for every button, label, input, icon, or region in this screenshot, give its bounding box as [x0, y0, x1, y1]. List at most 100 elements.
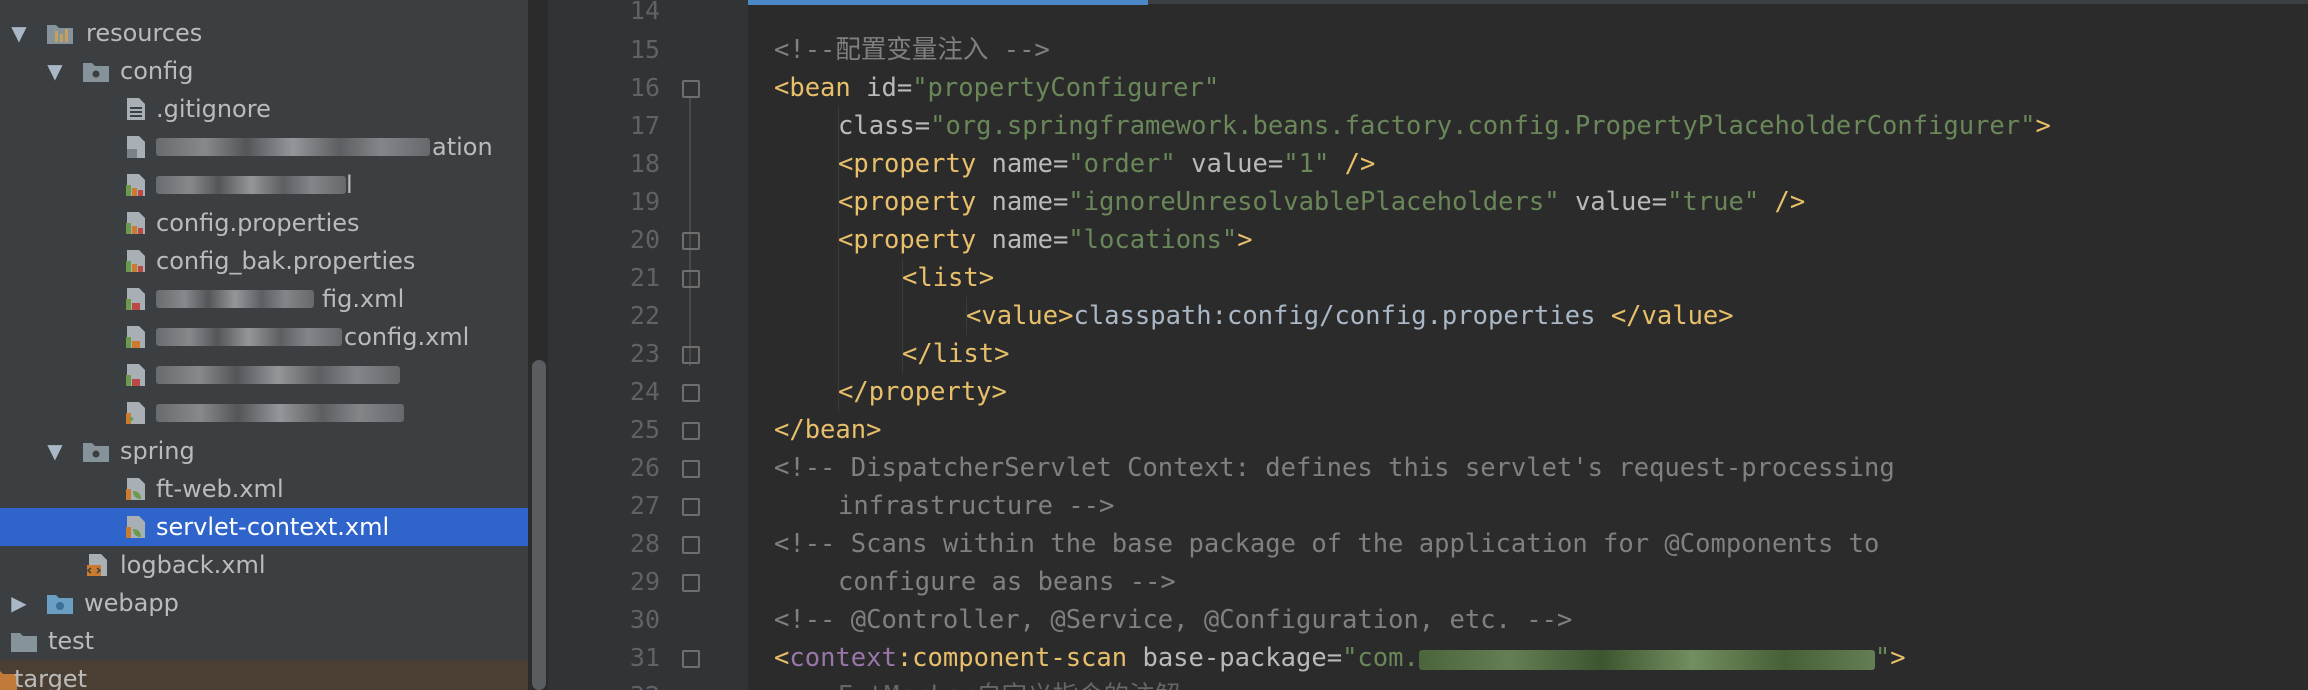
tree-item-label: resources	[86, 19, 203, 47]
xml-value: "order"	[1068, 149, 1192, 179]
line-number: 22	[629, 301, 660, 330]
xml-tag: <value>	[966, 301, 1074, 331]
blurred-filename	[156, 290, 314, 308]
fold-open-icon[interactable]	[682, 270, 700, 288]
fold-close-icon[interactable]	[682, 346, 700, 364]
xml-attr: base-package=	[1142, 643, 1343, 673]
tree-item-label: .gitignore	[156, 95, 271, 123]
xml-attr: name=	[991, 187, 1069, 217]
fold-open-icon[interactable]	[682, 460, 700, 478]
line-number: 30	[629, 605, 660, 634]
tree-item-blurred-file[interactable]: fig.xml	[0, 280, 528, 318]
web-folder-icon	[47, 595, 73, 614]
tree-item-label: webapp	[84, 589, 179, 617]
xml-tag: <property	[838, 149, 992, 179]
tree-item-test[interactable]: test	[0, 622, 528, 660]
tree-item-blurred-file[interactable]	[0, 356, 528, 394]
spring-xml-file-icon	[126, 516, 145, 538]
code-line-23: </list>	[902, 335, 1009, 373]
xml-tag: >	[1890, 643, 1906, 673]
fold-open-icon[interactable]	[682, 232, 700, 250]
xml-comment: <!-- DispatcherServlet Context: defines …	[774, 453, 1895, 483]
tree-item-label: ft-web.xml	[156, 475, 284, 503]
tree-item-servlet-context-xml[interactable]: servlet-context.xml	[0, 508, 528, 546]
tree-item-blurred-file[interactable]: ation	[0, 128, 528, 166]
xml-value: "locations"	[1068, 225, 1238, 255]
code-line-20: <property name="locations">	[838, 221, 1253, 259]
line-number: 21	[629, 263, 660, 292]
xml-file-icon	[126, 364, 145, 386]
tree-item-gitignore[interactable]: .gitignore	[0, 90, 528, 128]
code-line-16: <bean id="propertyConfigurer"	[774, 69, 1219, 107]
line-number: 18	[629, 149, 660, 178]
text-file-icon	[127, 98, 145, 120]
xml-comment: <!--配置变量注入 -->	[774, 35, 1050, 65]
xml-tag: </list>	[902, 339, 1010, 369]
fold-close-icon[interactable]	[682, 422, 700, 440]
xml-file-icon	[86, 554, 107, 576]
line-number: 20	[629, 225, 660, 254]
chevron-down-icon[interactable]: ▼	[44, 52, 66, 90]
folder-icon	[11, 633, 37, 652]
tree-item-config[interactable]: ▼ config	[0, 52, 528, 90]
blurred-package-name	[1418, 650, 1875, 670]
tree-item-blurred-file[interactable]: l	[0, 166, 528, 204]
xml-value: "org.springframework.beans.factory.confi…	[930, 111, 2036, 141]
project-tree-panel: ▼ resources ▼ config .gitignore ation l …	[0, 0, 528, 690]
properties-file-icon	[126, 212, 145, 234]
line-number: 15	[629, 35, 660, 64]
xml-comment: configure as beans -->	[838, 567, 1176, 597]
tree-item-config-bak-properties[interactable]: config_bak.properties	[0, 242, 528, 280]
code-line-19: <property name="ignoreUnresolvablePlaceh…	[838, 183, 1805, 221]
xml-file-icon	[126, 288, 145, 310]
line-number: 25	[629, 415, 660, 444]
xml-attr: value=	[1191, 149, 1284, 179]
xml-tag: </bean>	[774, 415, 882, 445]
code-line-30: <!-- @Controller, @Service, @Configurati…	[774, 601, 1572, 639]
line-number: 16	[629, 73, 660, 102]
blurred-filename	[156, 328, 342, 346]
tree-item-blurred-file[interactable]: config.xml	[0, 318, 528, 356]
fold-open-icon[interactable]	[682, 80, 700, 98]
folder-icon	[83, 63, 109, 82]
tree-item-ft-web-xml[interactable]: ft-web.xml	[0, 470, 528, 508]
code-line-31: <context:component-scan base-package="co…	[774, 639, 1906, 677]
blurred-filename	[156, 138, 430, 156]
code-line-32: ExtMarker自定义指令的注解	[838, 677, 1180, 690]
tree-item-blurred-file[interactable]	[0, 394, 528, 432]
code-line-25: </bean>	[774, 411, 881, 449]
properties-file-icon	[126, 250, 145, 272]
fold-close-icon[interactable]	[682, 498, 700, 516]
tree-item-label-suffix: config.xml	[344, 323, 470, 351]
tree-item-label: config_bak.properties	[156, 247, 416, 275]
xml-tag: />	[1774, 187, 1806, 217]
tree-item-resources[interactable]: ▼ resources	[0, 14, 528, 52]
code-line-26: <!-- DispatcherServlet Context: defines …	[774, 449, 1895, 487]
tree-item-spring[interactable]: ▼ spring	[0, 432, 528, 470]
code-editor[interactable]: 14 15 16 17 18 19 20 21 22 23 24 25 26 2…	[548, 0, 2308, 690]
chevron-right-icon[interactable]: ▶	[8, 584, 30, 622]
active-tab-indicator	[744, 0, 1148, 5]
xml-value: "true"	[1667, 187, 1775, 217]
fold-close-icon[interactable]	[682, 574, 700, 592]
tree-item-config-properties[interactable]: config.properties	[0, 204, 528, 242]
tree-item-label: config.properties	[156, 209, 360, 237]
fold-open-icon[interactable]	[682, 536, 700, 554]
xml-tag: </property>	[838, 377, 1007, 407]
tree-item-target[interactable]: target	[0, 660, 528, 690]
tree-item-label: target	[14, 665, 87, 690]
xml-attr: id=	[866, 73, 913, 103]
xml-tag: >	[2035, 111, 2051, 141]
blurred-filename	[156, 366, 400, 384]
tree-item-label-suffix: ation	[432, 133, 493, 161]
tree-item-logback-xml[interactable]: logback.xml	[0, 546, 528, 584]
xml-tag: />	[1344, 149, 1376, 179]
chevron-down-icon[interactable]: ▼	[44, 432, 66, 470]
xml-tag: <list>	[902, 263, 995, 293]
chevron-down-icon[interactable]: ▼	[8, 14, 30, 52]
tree-item-webapp[interactable]: ▶ webapp	[0, 584, 528, 622]
tree-scrollbar[interactable]	[532, 360, 546, 690]
fold-open-icon[interactable]	[682, 650, 700, 668]
fold-close-icon[interactable]	[682, 384, 700, 402]
blurred-filename	[156, 404, 404, 422]
